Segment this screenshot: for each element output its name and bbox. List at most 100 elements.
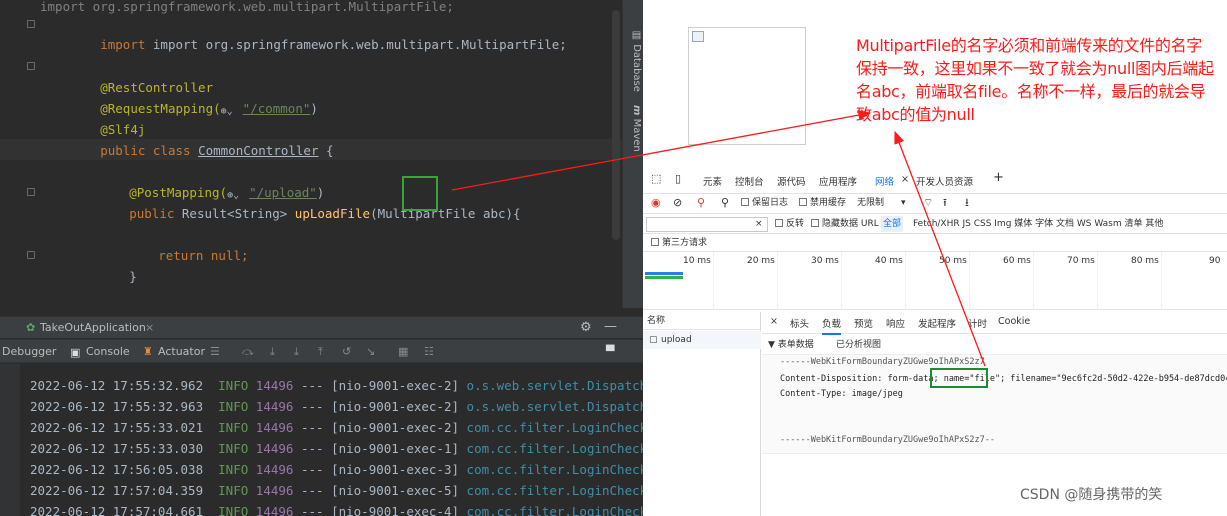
log-line: 2022-06-12 17:56:05.038 INFO 14496 --- [… (30, 462, 643, 477)
step-out-icon[interactable]: ⤒ (318, 345, 323, 359)
tab-application[interactable]: 应用程序 (819, 174, 857, 188)
import-icon[interactable]: ⭱ (943, 194, 947, 212)
content-disposition-line: Content-Disposition: form-data; name="fi… (780, 374, 1227, 384)
code-editor[interactable]: import org.springframework.web.multipart… (0, 0, 622, 308)
chevron-down-icon[interactable]: ▾ (901, 194, 906, 212)
tab-payload[interactable]: 负载 (822, 316, 842, 335)
log-line: 2022-06-12 17:55:32.962 INFO 14496 --- [… (30, 378, 643, 393)
content-type-line: Content-Type: image/jpeg (780, 389, 903, 399)
console-gutter (0, 364, 20, 516)
fold-marker[interactable] (27, 188, 35, 196)
device-toggle-icon[interactable]: ▯ (675, 172, 681, 185)
search-icon[interactable]: ⚲ (721, 194, 729, 212)
form-data-section[interactable]: ▼ 表单数据 (768, 336, 814, 354)
filter-icon[interactable]: ⚲ (697, 194, 705, 212)
log-line: 2022-06-12 17:55:33.021 INFO 14496 --- [… (30, 420, 643, 435)
evaluate-icon[interactable]: ▦ (398, 345, 408, 358)
export-icon[interactable]: ⭳ (965, 194, 969, 212)
log-line: 2022-06-12 17:55:32.963 INFO 14496 --- [… (30, 399, 643, 414)
step-over-icon[interactable]: ⤼ (242, 345, 254, 359)
code-line-request-mapping: @RequestMapping(⊕⌄ "/common") (40, 77, 318, 117)
tab-preview[interactable]: 预览 (854, 316, 873, 330)
debugger-tab[interactable]: Debugger (2, 341, 56, 363)
maven-icon: m (631, 105, 642, 116)
step-into-icon[interactable]: ⤓ (270, 345, 275, 359)
tab-elements[interactable]: 元素 (703, 174, 722, 188)
return-type: Result<String> (181, 206, 295, 221)
tab-network[interactable]: 网络 (875, 174, 894, 188)
maven-tab[interactable]: m Maven (625, 105, 642, 152)
database-icon: ▤ (631, 30, 642, 41)
code-line-close: } (69, 245, 137, 284)
code-line-import: import import org.springframework.web.mu… (40, 13, 567, 52)
class-keyword: public class (100, 143, 199, 158)
close-icon[interactable]: × (901, 174, 909, 185)
database-tab[interactable]: ▤ Database (625, 30, 642, 92)
invert-checkbox[interactable]: 反转 (775, 215, 804, 233)
payload-source: ------WebKitFormBoundaryZUGwe9oIhAPxS2z7… (762, 354, 1227, 454)
globe-icon: ⊕⌄ (220, 106, 233, 117)
timeline-bar (645, 276, 683, 279)
view-parsed-toggle[interactable]: 已分析视图 (836, 336, 881, 354)
timeline-tick: 40 ms (875, 256, 903, 266)
broken-image-icon (692, 31, 704, 42)
filter-all-button[interactable]: 全部 (881, 216, 904, 232)
class-name: CommonController (198, 143, 319, 158)
ide-window: import org.springframework.web.multipart… (0, 0, 643, 516)
timeline-tick: 20 ms (747, 256, 775, 266)
layout-icon[interactable]: ▀ (606, 345, 614, 358)
tab-console[interactable]: 控制台 (735, 174, 764, 188)
preserve-log-checkbox[interactable]: 保留日志 (741, 194, 788, 212)
fold-marker[interactable] (27, 20, 35, 28)
resource-type-filters[interactable]: Fetch/XHR JS CSS Img 媒体 字体 文档 WS Wasm 清单… (913, 215, 1163, 233)
fold-marker[interactable] (27, 62, 35, 70)
request-mapping-path[interactable]: "/common" (243, 101, 311, 116)
third-party-row: 第三方请求 (643, 234, 1227, 252)
tab-initiator[interactable]: 发起程序 (918, 316, 956, 330)
menu-icon[interactable]: ☰ (210, 345, 220, 358)
tab-timing[interactable]: 计时 (968, 316, 987, 330)
record-icon[interactable]: ◉ (651, 194, 661, 212)
paren: ) (310, 101, 318, 116)
request-row-upload[interactable]: ▢ upload (643, 331, 761, 349)
timeline-tick: 60 ms (1003, 256, 1031, 266)
param-name-abc: abc (482, 206, 506, 221)
wifi-icon[interactable]: ⌔ (923, 194, 933, 212)
settings-list-icon[interactable]: ☷ (424, 345, 434, 358)
run-panel-tabs: Debugger ▣ Console ♜ Actuator ☰ ⤼ ⤓ ⤓ ⤒ … (0, 339, 643, 363)
filter-input[interactable] (646, 217, 768, 232)
tab-developer-resources[interactable]: 开发人员资源 (916, 174, 973, 188)
gear-icon[interactable]: ⚙ (580, 320, 592, 335)
editor-scrollbar[interactable] (612, 10, 620, 240)
request-list: 名称 ▢ upload (643, 312, 761, 516)
inspect-icon[interactable]: ⬚ (651, 172, 661, 185)
network-timeline[interactable]: 10 ms 20 ms 30 ms 40 ms 50 ms 60 ms 70 m… (643, 252, 1227, 310)
tab-cookie[interactable]: Cookie (998, 316, 1030, 327)
add-tab-icon[interactable]: + (993, 170, 1004, 185)
drop-frame-icon[interactable]: ↺ (342, 345, 351, 358)
clear-icon[interactable]: ⊘ (673, 194, 682, 212)
actuator-tab[interactable]: Actuator (158, 341, 205, 363)
close-icon[interactable]: × (145, 321, 154, 334)
run-config-tab[interactable]: TakeOutApplication (40, 317, 146, 339)
throttle-select[interactable]: 无限制 (857, 194, 884, 212)
hide-data-urls-checkbox[interactable]: 隐藏数据 URL (811, 215, 879, 233)
log-line: 2022-06-12 17:55:33.030 INFO 14496 --- [… (30, 441, 643, 456)
close-detail-icon[interactable]: × (770, 316, 778, 327)
force-step-into-icon[interactable]: ⤓ (294, 345, 299, 359)
code-line-slf4j: @Slf4j (40, 98, 145, 137)
name-column-header[interactable]: 名称 (647, 312, 665, 330)
minimize-icon[interactable]: — (604, 319, 617, 334)
database-tab-label: Database (631, 44, 642, 92)
tab-headers[interactable]: 标头 (790, 316, 809, 330)
tab-response[interactable]: 响应 (886, 316, 905, 330)
disable-cache-checkbox[interactable]: 禁用缓存 (799, 194, 846, 212)
fold-marker[interactable] (27, 251, 35, 259)
run-to-cursor-icon[interactable]: ↘ (366, 345, 375, 358)
console-tab[interactable]: Console (86, 341, 130, 363)
third-party-checkbox[interactable]: 第三方请求 (651, 234, 707, 252)
import-path: import org.springframework.web.multipart… (152, 37, 567, 52)
code-line-rest-controller: @RestController (40, 56, 213, 95)
spring-boot-icon: ✿ (26, 321, 36, 334)
tab-sources[interactable]: 源代码 (777, 174, 806, 188)
